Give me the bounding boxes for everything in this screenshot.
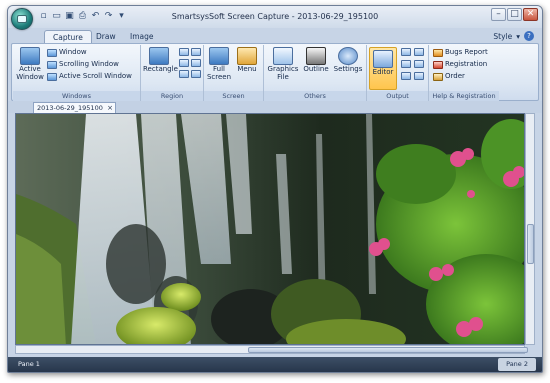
minimize-button[interactable]: – [491, 8, 506, 21]
group-help: Bugs Report Registration Order Help & Re… [429, 45, 499, 101]
tab-capture[interactable]: Capture [44, 30, 92, 43]
output-word-icon[interactable] [401, 72, 411, 80]
title-bar: ▫ ▭ ▣ ⎙ ↶ ↷ ▾ SmartsysSoft Screen Captur… [8, 6, 542, 30]
menu-label: Menu [237, 65, 257, 73]
scrolling-window-label: Scrolling Window [59, 60, 119, 68]
window-icon [47, 48, 57, 57]
window-button[interactable]: Window [47, 48, 87, 57]
tab-draw[interactable]: Draw [88, 30, 124, 43]
output-ppt-icon[interactable] [414, 72, 424, 80]
editor-icon [373, 50, 393, 68]
registration-icon [433, 60, 443, 69]
order-label: Order [445, 72, 465, 80]
full-screen-button[interactable]: Full Screen [206, 47, 232, 81]
region-repeat-icon[interactable] [191, 70, 201, 78]
tab-image[interactable]: Image [122, 30, 162, 43]
status-pane-1: Pane 1 [18, 360, 40, 368]
rectangle-button[interactable]: Rectangle [143, 47, 178, 74]
menu-button[interactable]: Menu [234, 47, 260, 74]
order-icon [433, 72, 443, 81]
order-button[interactable]: Order [433, 72, 465, 81]
window-controls: – □ ✕ [491, 8, 538, 21]
vertical-scrollbar[interactable] [525, 113, 535, 345]
waterfall-image [16, 114, 524, 344]
output-clipboard-icon[interactable] [401, 48, 411, 56]
close-tab-icon[interactable]: × [107, 103, 113, 113]
document-tab[interactable]: 2013-06-29_195100 × [33, 102, 116, 113]
bug-icon [433, 48, 443, 57]
region-polygon-icon[interactable] [191, 59, 201, 67]
horizontal-scrollbar[interactable] [15, 345, 528, 354]
settings-label: Settings [333, 65, 363, 73]
style-label: Style [493, 31, 513, 41]
active-window-label: Active Window [16, 65, 44, 81]
group-label-others: Others [264, 91, 366, 101]
status-pane-2: Pane 2 [498, 358, 536, 371]
active-scroll-window-button[interactable]: Active Scroll Window [47, 72, 132, 81]
active-scroll-window-label: Active Scroll Window [59, 72, 132, 80]
group-windows: Active Window Window Scrolling Window Ac… [13, 45, 141, 101]
output-file-icon[interactable] [414, 48, 424, 56]
group-label-help: Help & Registration [429, 91, 499, 101]
group-others: Graphics File Outline Settings Others [264, 45, 367, 101]
help-icon[interactable]: ? [524, 31, 534, 41]
monitor-icon [209, 47, 229, 65]
outline-icon [306, 47, 326, 65]
registration-button[interactable]: Registration [433, 60, 487, 69]
outline-label: Outline [303, 65, 329, 73]
bugs-report-button[interactable]: Bugs Report [433, 48, 488, 57]
horizontal-scroll-thumb[interactable] [248, 347, 528, 353]
region-ellipse-icon[interactable] [179, 48, 189, 56]
rectangle-icon [149, 47, 169, 65]
bugs-report-label: Bugs Report [445, 48, 488, 56]
ribbon: Active Window Window Scrolling Window Ac… [11, 43, 539, 101]
region-fixed-icon[interactable] [179, 70, 189, 78]
graphics-file-button[interactable]: Graphics File [266, 47, 300, 81]
graphics-file-icon [273, 47, 293, 65]
window-title: SmartsysSoft Screen Capture - 2013-06-29… [171, 12, 379, 21]
active-scroll-window-icon [47, 72, 57, 81]
group-label-region: Region [141, 91, 203, 101]
scrolling-window-button[interactable]: Scrolling Window [47, 60, 119, 69]
editor-button[interactable]: Editor [369, 47, 397, 90]
graphics-file-label: Graphics File [267, 65, 299, 81]
ribbon-tab-row: Capture Draw Image Style ▾ ? [8, 28, 542, 43]
status-bar: Pane 1 Pane 2 [8, 357, 542, 372]
menu-icon [237, 47, 257, 65]
group-label-windows: Windows [13, 91, 140, 101]
rectangle-label: Rectangle [143, 65, 178, 73]
group-region: Rectangle Region [141, 45, 204, 101]
active-window-button[interactable]: Active Window [15, 47, 45, 81]
close-button[interactable]: ✕ [523, 8, 538, 21]
outline-button[interactable]: Outline [302, 47, 330, 74]
full-screen-label: Full Screen [206, 65, 232, 81]
group-label-output: Output [367, 91, 428, 101]
output-printer-icon[interactable] [401, 60, 411, 68]
active-window-icon [20, 47, 40, 65]
group-output: Editor Output [367, 45, 429, 101]
chevron-down-icon: ▾ [516, 31, 520, 41]
group-screen: Full Screen Menu Screen [204, 45, 264, 101]
region-freehand-icon[interactable] [179, 59, 189, 67]
scrolling-window-icon [47, 60, 57, 69]
window-label: Window [59, 48, 87, 56]
output-email-icon[interactable] [414, 60, 424, 68]
vertical-scroll-thumb[interactable] [527, 224, 534, 264]
style-menu[interactable]: Style ▾ ? [493, 31, 534, 41]
document-tab-row: 2013-06-29_195100 × [8, 101, 542, 113]
editor-label: Editor [372, 68, 394, 76]
maximize-button[interactable]: □ [507, 8, 522, 21]
image-canvas[interactable] [15, 113, 525, 345]
group-label-screen: Screen [204, 91, 263, 101]
document-tab-label: 2013-06-29_195100 [37, 104, 103, 112]
app-window: ▫ ▭ ▣ ⎙ ↶ ↷ ▾ SmartsysSoft Screen Captur… [7, 5, 543, 373]
settings-button[interactable]: Settings [332, 47, 364, 74]
gear-icon [338, 47, 358, 65]
registration-label: Registration [445, 60, 488, 68]
region-rounded-icon[interactable] [191, 48, 201, 56]
